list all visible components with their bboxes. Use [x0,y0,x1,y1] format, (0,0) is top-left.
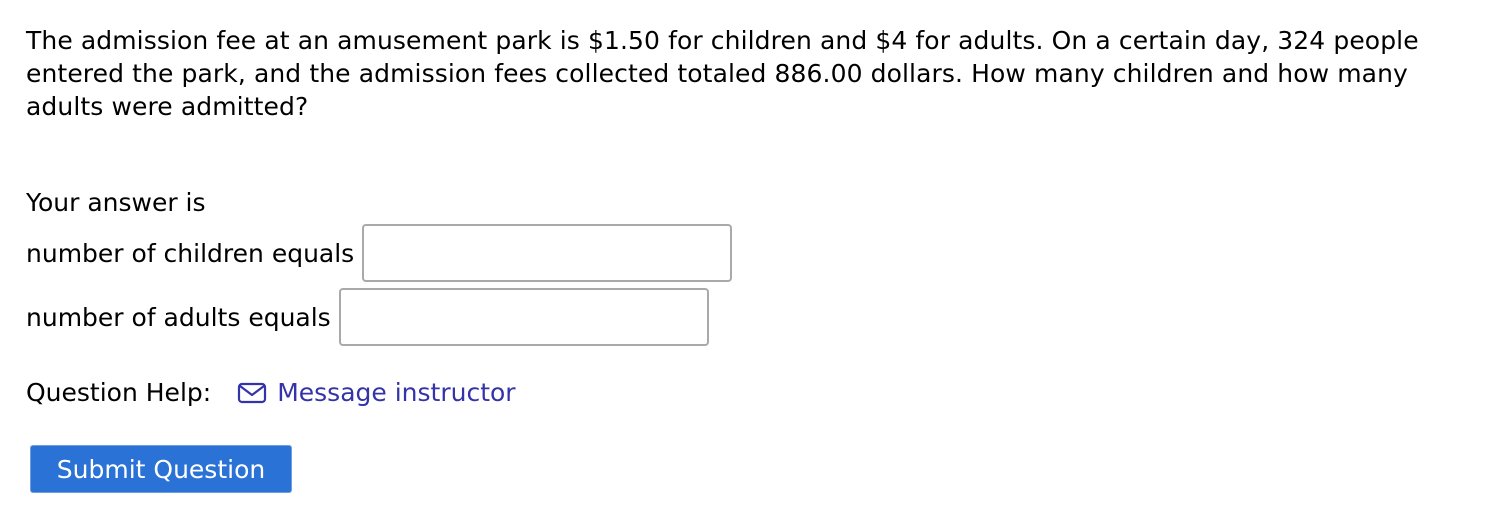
answer-intro: Your answer is [26,188,206,217]
question-text: The admission fee at an amusement park i… [26,26,1419,121]
envelope-icon [237,381,267,404]
children-answer-row: number of children equals [26,224,733,282]
children-answer-input[interactable] [362,224,733,282]
message-instructor-link[interactable]: Message instructor [237,377,516,407]
submit-question-button[interactable]: Submit Question [30,445,292,493]
adults-answer-row: number of adults equals [26,288,709,346]
message-instructor-label: Message instructor [277,377,516,407]
children-label: number of children equals [26,238,355,268]
question-help-label: Question Help: [26,377,212,407]
question-help: Question Help: Message instructor [26,372,516,412]
adults-answer-input[interactable] [338,288,709,346]
adults-label: number of adults equals [26,302,331,332]
